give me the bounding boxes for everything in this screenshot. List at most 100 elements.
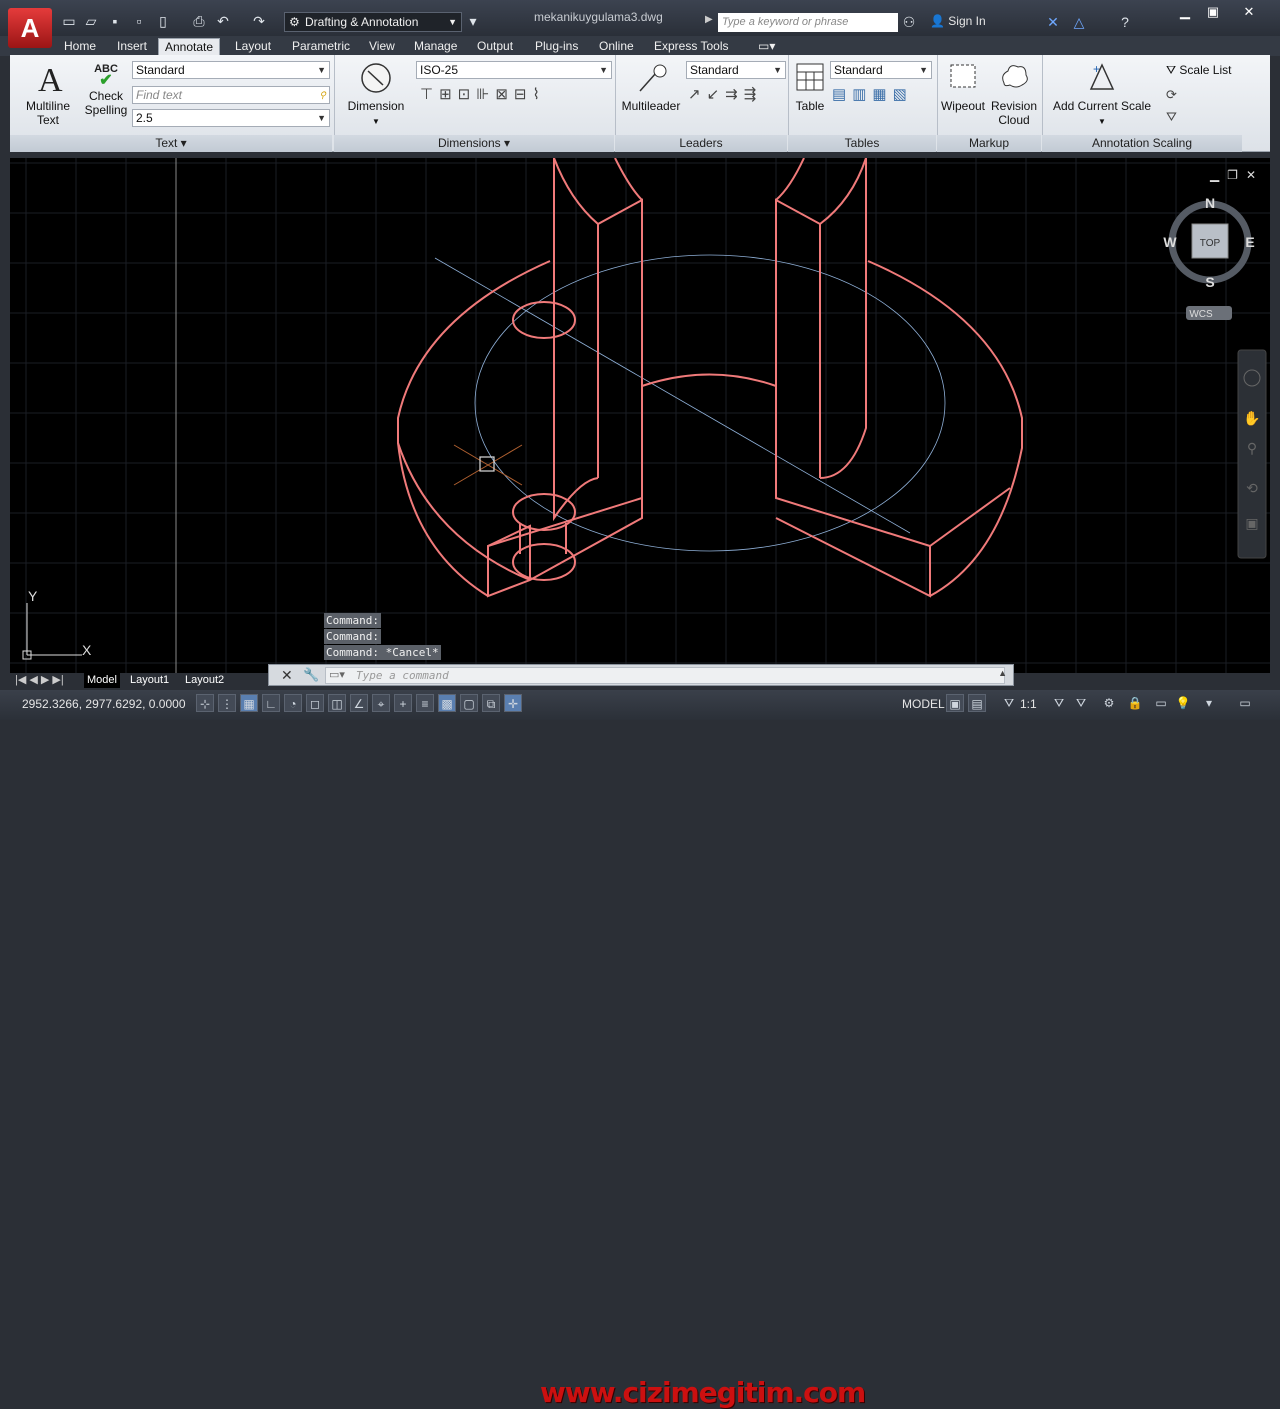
tab-annotate[interactable]: Annotate bbox=[158, 38, 221, 56]
tab-insert[interactable]: Insert bbox=[111, 38, 153, 56]
wcs-menu[interactable]: WCS bbox=[1189, 309, 1213, 320]
tables-panel-title[interactable]: Tables bbox=[788, 135, 936, 152]
quick-properties-icon[interactable]: ▢ bbox=[460, 694, 478, 712]
viewcube[interactable]: TOP N S E W WCS bbox=[1163, 195, 1255, 320]
viewport-close-icon[interactable]: ✕ bbox=[1246, 168, 1256, 182]
tab-output[interactable]: Output bbox=[471, 38, 519, 56]
tab-layout2[interactable]: Layout2 bbox=[182, 672, 227, 688]
quick-view-layouts-icon[interactable]: ▣ bbox=[946, 694, 964, 712]
recent-commands-icon[interactable]: ▲ bbox=[998, 668, 1007, 678]
annotation-visibility-icon[interactable]: ⛛ bbox=[1050, 694, 1068, 712]
layout-nav-arrows[interactable]: |◀ ◀ ▶ ▶| bbox=[12, 672, 67, 688]
tab-layout[interactable]: Layout bbox=[229, 38, 277, 56]
model-space-toggle[interactable]: MODEL bbox=[902, 697, 945, 711]
dimensions-panel-title[interactable]: Dimensions ▾ bbox=[334, 135, 614, 152]
close-button[interactable]: ✕ bbox=[1234, 4, 1264, 20]
isolate-objects-icon[interactable]: 💡 bbox=[1174, 694, 1192, 712]
drawing-canvas[interactable]: Y X TOP N S E W WCS ✋ ⚲ ⟲ ▣ ▁ ❐ ✕ bbox=[10, 158, 1270, 673]
add-leader-icon[interactable]: ↗ bbox=[688, 86, 707, 103]
search-toggle-icon[interactable]: ▶ bbox=[705, 14, 713, 25]
leader-tools-row[interactable]: ↗↙⇉⇶ bbox=[688, 85, 788, 107]
multiline-text-button[interactable]: A Multiline Text bbox=[20, 59, 76, 127]
autodesk-360-icon[interactable]: △ bbox=[1070, 13, 1088, 31]
dimension-break-icon[interactable]: ⊪ bbox=[476, 86, 495, 103]
table-style-dropdown[interactable]: Standard ▼ bbox=[830, 61, 932, 79]
upload-icon[interactable]: ▧ bbox=[893, 86, 913, 103]
quick-view-drawings-icon[interactable]: ▤ bbox=[968, 694, 986, 712]
table-button[interactable]: Table bbox=[790, 61, 830, 113]
object-snap-icon[interactable]: ◻ bbox=[306, 694, 324, 712]
leader-style-dropdown[interactable]: Standard ▼ bbox=[686, 61, 786, 79]
lineweight-icon[interactable]: ≡ bbox=[416, 694, 434, 712]
model-space-drawing[interactable]: Y X TOP N S E W WCS ✋ ⚲ ⟲ ▣ bbox=[10, 158, 1270, 673]
transparency-icon[interactable]: ▩ bbox=[438, 694, 456, 712]
annotation-scaling-panel-title[interactable]: Annotation Scaling bbox=[1042, 135, 1242, 152]
annotation-scale-value[interactable]: 1:1 bbox=[1020, 697, 1037, 711]
revision-cloud-button[interactable]: Revision Cloud bbox=[988, 61, 1040, 127]
snap-mode-icon[interactable]: ⋮ bbox=[218, 694, 236, 712]
add-current-scale-button[interactable]: + Add Current Scale ▼ bbox=[1050, 61, 1154, 129]
dimension-style-dropdown[interactable]: ISO-25 ▼ bbox=[416, 61, 612, 79]
dimension-button[interactable]: Dimension ▼ bbox=[344, 61, 408, 129]
tab-express-tools[interactable]: Express Tools bbox=[648, 38, 734, 56]
sync-scale-icon[interactable]: ⟳ bbox=[1166, 87, 1177, 103]
tab-model[interactable]: Model bbox=[84, 672, 120, 688]
dimension-tools-row[interactable]: ⊤⊞⊡⊪⊠⊟⌇ bbox=[420, 85, 610, 107]
status-menu-icon[interactable]: ▾ bbox=[1200, 694, 1218, 712]
navigation-bar[interactable]: ✋ ⚲ ⟲ ▣ bbox=[1237, 349, 1267, 559]
find-text-input[interactable]: Find text ⚲ bbox=[132, 86, 330, 104]
object-snap-tracking-icon[interactable]: ∠ bbox=[350, 694, 368, 712]
workspace-switching-icon[interactable]: ⚙ bbox=[1100, 694, 1118, 712]
scale-visibility-icon[interactable]: ⛛ bbox=[1166, 109, 1177, 125]
search-input[interactable]: Type a keyword or phrase bbox=[718, 13, 898, 32]
infer-constraints-icon[interactable]: ⊹ bbox=[196, 694, 214, 712]
customize-qat-icon[interactable]: ▾ bbox=[464, 12, 482, 30]
collect-leaders-icon[interactable]: ⇶ bbox=[744, 86, 763, 103]
clean-screen-icon[interactable]: ▭ bbox=[1236, 694, 1254, 712]
find-replace-icon[interactable]: ⚲ bbox=[319, 87, 326, 103]
compass-n[interactable]: N bbox=[1205, 195, 1215, 211]
align-leaders-icon[interactable]: ⇉ bbox=[725, 86, 744, 103]
tab-manage[interactable]: Manage bbox=[408, 38, 463, 56]
open-icon[interactable]: ▱ bbox=[82, 12, 100, 30]
tab-view[interactable]: View bbox=[363, 38, 401, 56]
exchange-icon[interactable]: ✕ bbox=[1044, 13, 1062, 31]
tab-plug-ins[interactable]: Plug-ins bbox=[529, 38, 584, 56]
viewport-restore-icon[interactable]: ❐ bbox=[1227, 168, 1238, 182]
command-input[interactable]: Type a command bbox=[325, 667, 1005, 684]
polar-tracking-icon[interactable]: ◔ bbox=[284, 694, 302, 712]
coordinate-display[interactable]: 2952.3266, 2977.6292, 0.0000 bbox=[22, 697, 186, 711]
text-panel-title[interactable]: Text ▾ bbox=[10, 135, 332, 152]
lock-icon[interactable]: 🔒 bbox=[1126, 694, 1144, 712]
save-icon[interactable]: ▪ bbox=[106, 12, 124, 30]
quick-dimension-icon[interactable]: ⊤ bbox=[420, 86, 439, 103]
check-spelling-button[interactable]: ABC ✔ Check Spelling bbox=[80, 63, 132, 117]
remove-leader-icon[interactable]: ↙ bbox=[707, 86, 726, 103]
multileader-button[interactable]: Multileader bbox=[618, 61, 684, 113]
dimension-update-icon[interactable]: ⌇ bbox=[532, 86, 545, 103]
binoculars-icon[interactable]: ⚇ bbox=[900, 13, 918, 31]
grid-display-icon[interactable]: ▦ bbox=[240, 694, 258, 712]
table-tools-row[interactable]: ▤▥▦▧ bbox=[832, 85, 932, 107]
jogged-icon[interactable]: ⊟ bbox=[514, 86, 533, 103]
annotation-monitor-icon[interactable]: ✛ bbox=[504, 694, 522, 712]
link-data-icon[interactable]: ▥ bbox=[852, 86, 872, 103]
inspect-icon[interactable]: ⊠ bbox=[495, 86, 514, 103]
workspace-dropdown[interactable]: ⚙ Drafting & Annotation ▼ bbox=[284, 12, 462, 32]
compass-e[interactable]: E bbox=[1245, 234, 1254, 250]
compass-w[interactable]: W bbox=[1163, 234, 1177, 250]
text-height-dropdown[interactable]: 2.5 ▼ bbox=[132, 109, 330, 127]
leaders-panel-title[interactable]: Leaders bbox=[615, 135, 787, 152]
new-icon[interactable]: ▭ bbox=[60, 12, 78, 30]
extract-data-icon[interactable]: ▤ bbox=[832, 86, 852, 103]
tab-online[interactable]: Online bbox=[593, 38, 640, 56]
annotation-scale-icon[interactable]: ⛛ bbox=[1000, 694, 1018, 712]
continue-dimension-icon[interactable]: ⊞ bbox=[439, 86, 458, 103]
plot-icon[interactable]: ⎙ bbox=[190, 12, 208, 30]
3d-osnap-icon[interactable]: ◫ bbox=[328, 694, 346, 712]
ortho-mode-icon[interactable]: ∟ bbox=[262, 694, 280, 712]
tab-parametric[interactable]: Parametric bbox=[286, 38, 356, 56]
selection-cycling-icon[interactable]: ⧉ bbox=[482, 694, 500, 712]
sign-in-link[interactable]: 👤 Sign In bbox=[930, 14, 986, 28]
maximize-button[interactable]: ▣ bbox=[1198, 4, 1228, 20]
